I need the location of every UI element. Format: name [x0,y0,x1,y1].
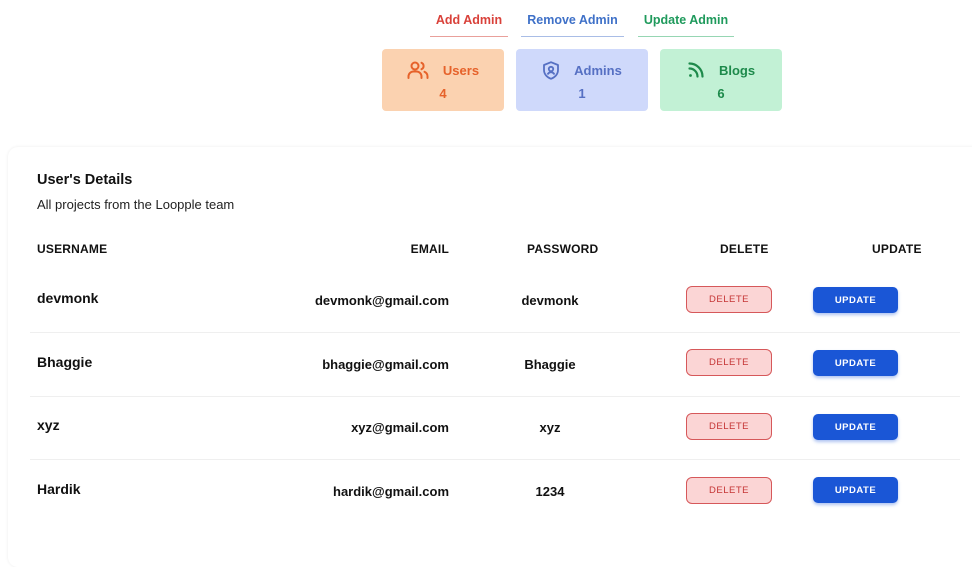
users-stat-card: Users 4 [382,49,504,111]
users-stat-label: Users [442,62,480,78]
row-email: hardik@gmail.com [333,484,449,499]
header-password: PASSWORD [527,242,599,256]
header-delete: DELETE [720,242,769,256]
admins-stat-card: Admins 1 [516,49,648,111]
update-button[interactable]: UPDATE [813,287,898,313]
update-button[interactable]: UPDATE [813,414,898,440]
row-email: xyz@gmail.com [351,420,449,435]
row-username: xyz [37,417,60,433]
update-button[interactable]: UPDATE [813,350,898,376]
header-update: UPDATE [872,242,922,256]
row-email: bhaggie@gmail.com [322,357,449,372]
row-username: Hardik [37,481,81,497]
row-password: 1234 [535,484,565,499]
row-username: Bhaggie [37,354,93,370]
blogs-stat-count: 6 [717,86,725,101]
row-divider [30,396,960,397]
panel-title: User's Details [37,172,133,188]
delete-button[interactable]: DELETE [686,286,772,313]
row-divider [30,459,960,460]
row-password: xyz [539,420,561,435]
row-email: devmonk@gmail.com [314,293,449,308]
admins-stat-count: 1 [578,86,586,101]
delete-button[interactable]: DELETE [686,477,772,504]
rss-icon [687,61,705,79]
admins-stat-label: Admins [574,62,622,78]
add-admin-link[interactable]: Add Admin [430,10,508,37]
delete-button[interactable]: DELETE [686,349,772,376]
blogs-stat-label: Blogs [718,62,756,78]
users-stat-count: 4 [439,86,447,101]
blogs-stat-card: Blogs 6 [660,49,782,111]
row-username: devmonk [37,290,99,306]
panel-subtitle: All projects from the Loopple team [37,197,235,212]
update-admin-link[interactable]: Update Admin [638,10,734,37]
update-button[interactable]: UPDATE [813,477,898,503]
shield-icon [542,60,560,80]
row-divider [30,332,960,333]
remove-admin-link[interactable]: Remove Admin [521,10,624,37]
users-icon [407,61,429,79]
header-email: EMAIL [410,242,449,256]
row-password: Bhaggie [524,357,576,372]
header-username: USERNAME [37,242,108,256]
delete-button[interactable]: DELETE [686,413,772,440]
row-password: devmonk [521,293,579,308]
